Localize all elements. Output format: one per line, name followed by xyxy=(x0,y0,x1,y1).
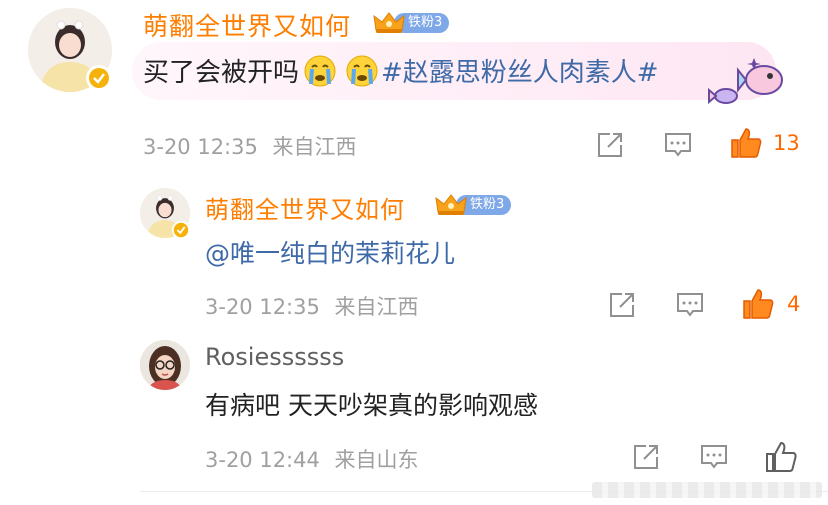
like-button[interactable]: 13 xyxy=(729,126,800,160)
share-icon xyxy=(610,293,634,317)
mention-link[interactable]: @唯一纯白的茉莉花儿 xyxy=(205,234,455,270)
thumbs-up-icon xyxy=(731,128,762,158)
reply-meta: 3-20 12:44 来自山东 xyxy=(205,444,419,474)
like-count: 13 xyxy=(773,131,800,155)
comment-username[interactable]: 萌翻全世界又如何 xyxy=(143,7,351,43)
thumbs-up-icon xyxy=(743,289,774,319)
fan-badge[interactable]: 铁粉3 xyxy=(434,192,512,218)
reply-date: 3-20 12:35 xyxy=(205,295,320,319)
reply-date: 3-20 12:44 xyxy=(205,448,320,472)
reply-username[interactable]: 萌翻全世界又如何 xyxy=(205,190,405,225)
comment-text-row: 买了会被开吗 #赵露思粉丝人肉素人# xyxy=(143,52,659,89)
fish-sticker-icon xyxy=(708,58,783,105)
like-button[interactable]: 4 xyxy=(741,287,800,321)
reply-meta: 3-20 12:35 来自江西 xyxy=(205,291,419,321)
topic-hashtag-link[interactable]: #赵露思粉丝人肉素人# xyxy=(381,52,659,89)
comment-icon xyxy=(677,293,703,317)
fan-badge[interactable]: 铁粉3 xyxy=(372,10,450,36)
comment-button[interactable] xyxy=(662,130,694,160)
share-button[interactable] xyxy=(606,290,638,320)
comment-button[interactable] xyxy=(698,442,730,472)
reply-username[interactable]: Rosiessssss xyxy=(205,343,344,371)
reply-location: 来自江西 xyxy=(334,295,419,319)
comment-button[interactable] xyxy=(674,290,706,320)
reply-text: 有病吧 天天吵架真的影响观感 xyxy=(205,391,538,420)
avatar-image xyxy=(140,340,190,390)
share-button[interactable] xyxy=(594,130,626,160)
share-icon xyxy=(598,133,622,157)
like-button[interactable] xyxy=(764,440,798,474)
crying-face-emoji-icon xyxy=(346,55,378,86)
crown-icon xyxy=(435,194,467,215)
comment-meta: 3-20 12:35 来自江西 xyxy=(143,131,357,161)
comment-text: 买了会被开吗 xyxy=(143,58,300,88)
thumbs-up-icon xyxy=(766,441,797,472)
watermark xyxy=(592,482,822,498)
avatar[interactable] xyxy=(140,340,190,390)
comment-icon xyxy=(665,133,691,157)
comment-icon xyxy=(701,445,727,469)
reply-location: 来自山东 xyxy=(334,448,419,472)
share-icon xyxy=(634,445,658,469)
comment-location: 来自江西 xyxy=(272,135,357,159)
share-button[interactable] xyxy=(630,442,662,472)
like-count: 4 xyxy=(787,292,801,316)
crown-icon xyxy=(373,12,405,33)
verified-badge-icon xyxy=(172,221,190,239)
verified-badge-icon xyxy=(86,65,112,91)
crying-face-emoji-icon xyxy=(304,55,336,86)
comment-date: 3-20 12:35 xyxy=(143,135,258,159)
